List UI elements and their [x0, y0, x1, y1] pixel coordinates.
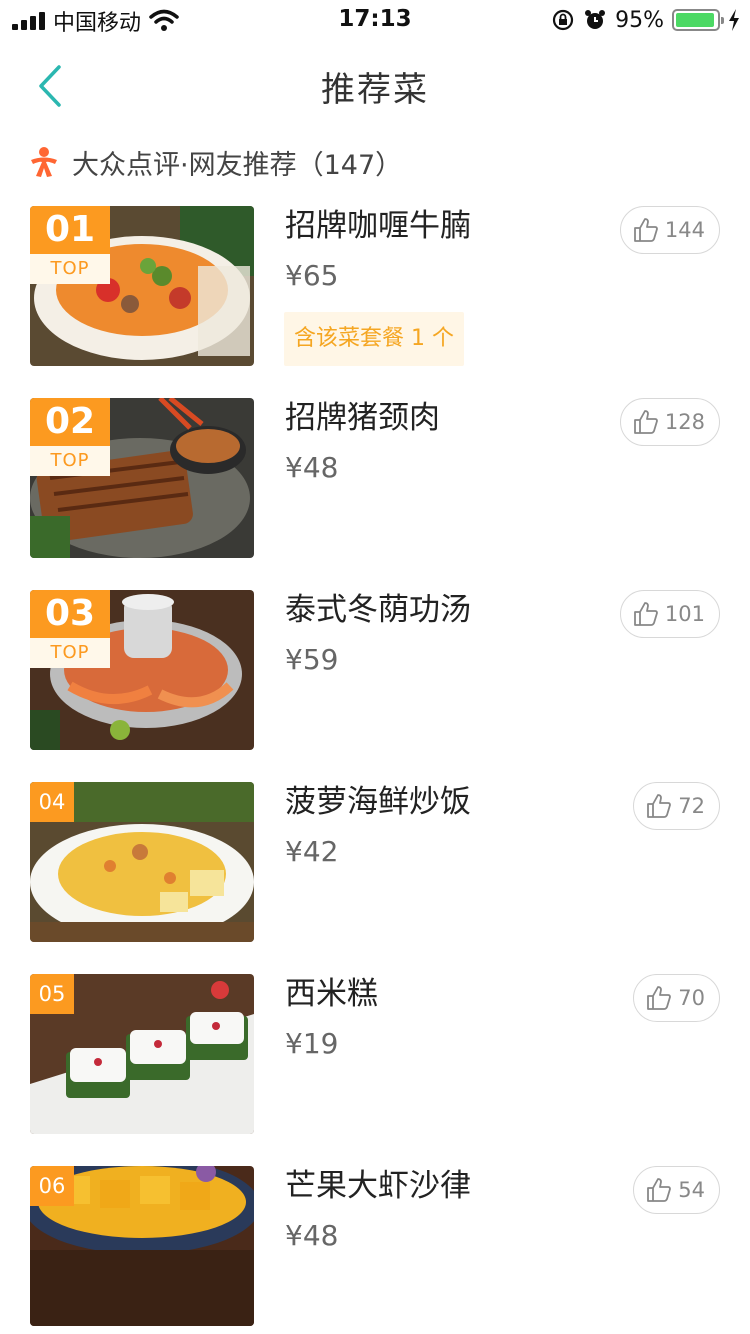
- thumbs-up-icon: [634, 602, 658, 626]
- dish-photo: 04: [30, 782, 254, 942]
- charging-bolt-icon: [729, 9, 739, 31]
- dish-photo: 02 TOP: [30, 398, 254, 558]
- dish-name: 芒果大虾沙律: [285, 1168, 471, 1204]
- like-button[interactable]: 70: [633, 974, 720, 1022]
- dish-name: 菠萝海鲜炒饭: [285, 784, 471, 820]
- rank-badge: 01 TOP: [30, 206, 110, 284]
- recommended-dishes-page: 中国移动 17:13 95% 推荐菜 大众点评·网友推荐（147） 01 TOP…: [0, 0, 750, 1334]
- dish-photo: 05: [30, 974, 254, 1134]
- battery-level-fill: [676, 13, 714, 27]
- status-bar: 中国移动 17:13 95%: [0, 0, 750, 40]
- dish-item[interactable]: 06 芒果大虾沙律 ¥48 54: [0, 1166, 750, 1334]
- like-button[interactable]: 128: [619, 398, 720, 446]
- dish-item[interactable]: 04 菠萝海鲜炒饭 ¥42 72: [0, 782, 750, 974]
- rank-badge: 03 TOP: [30, 590, 110, 668]
- dish-item[interactable]: 01 TOP 招牌咖喱牛腩 ¥65 含该菜套餐 1 个 144: [0, 206, 750, 398]
- rank-badge: 05: [30, 974, 74, 1014]
- alarm-icon: [585, 10, 606, 29]
- rank-badge: 04: [30, 782, 74, 822]
- dish-name: 招牌猪颈肉: [285, 400, 440, 436]
- source-label: 大众点评·网友推荐（147）: [72, 149, 403, 181]
- dish-name: 西米糕: [285, 976, 378, 1012]
- dish-list: 01 TOP 招牌咖喱牛腩 ¥65 含该菜套餐 1 个 144 02 TOP 招…: [0, 206, 750, 1334]
- like-button[interactable]: 101: [619, 590, 720, 638]
- dish-item[interactable]: 05 西米糕 ¥19 70: [0, 974, 750, 1166]
- thumbs-up-icon: [647, 794, 672, 818]
- battery-icon: [672, 9, 724, 31]
- thumbs-up-icon: [647, 1178, 672, 1202]
- dish-photo: 01 TOP: [30, 206, 254, 366]
- dianping-person-icon: [31, 147, 57, 177]
- dish-photo: 03 TOP: [30, 590, 254, 750]
- battery-percent: 95%: [615, 7, 664, 33]
- dish-name: 招牌咖喱牛腩: [285, 208, 471, 244]
- dish-price: ¥19: [285, 1027, 339, 1060]
- dish-price: ¥65: [285, 259, 339, 292]
- rank-badge: 02 TOP: [30, 398, 110, 476]
- dish-name: 泰式冬荫功汤: [285, 592, 471, 628]
- dish-item[interactable]: 02 TOP 招牌猪颈肉 ¥48 128: [0, 398, 750, 590]
- page-title: 推荐菜: [321, 70, 429, 110]
- source-header: 大众点评·网友推荐（147）: [28, 142, 402, 182]
- like-button[interactable]: 72: [633, 782, 720, 830]
- combo-badge[interactable]: 含该菜套餐 1 个: [284, 312, 464, 366]
- dish-price: ¥42: [285, 835, 339, 868]
- thumbs-up-icon: [634, 218, 658, 242]
- dish-price: ¥48: [285, 1219, 339, 1252]
- orientation-lock-icon: [552, 9, 574, 31]
- dish-item[interactable]: 03 TOP 泰式冬荫功汤 ¥59 101: [0, 590, 750, 782]
- dish-photo: 06: [30, 1166, 254, 1326]
- rank-badge: 06: [30, 1166, 74, 1206]
- thumbs-up-icon: [634, 410, 658, 434]
- like-button[interactable]: 54: [633, 1166, 720, 1214]
- dish-price: ¥48: [285, 451, 339, 484]
- navigation-bar: 推荐菜: [0, 40, 750, 128]
- like-button[interactable]: 144: [619, 206, 720, 254]
- thumbs-up-icon: [647, 986, 672, 1010]
- dish-price: ¥59: [285, 643, 339, 676]
